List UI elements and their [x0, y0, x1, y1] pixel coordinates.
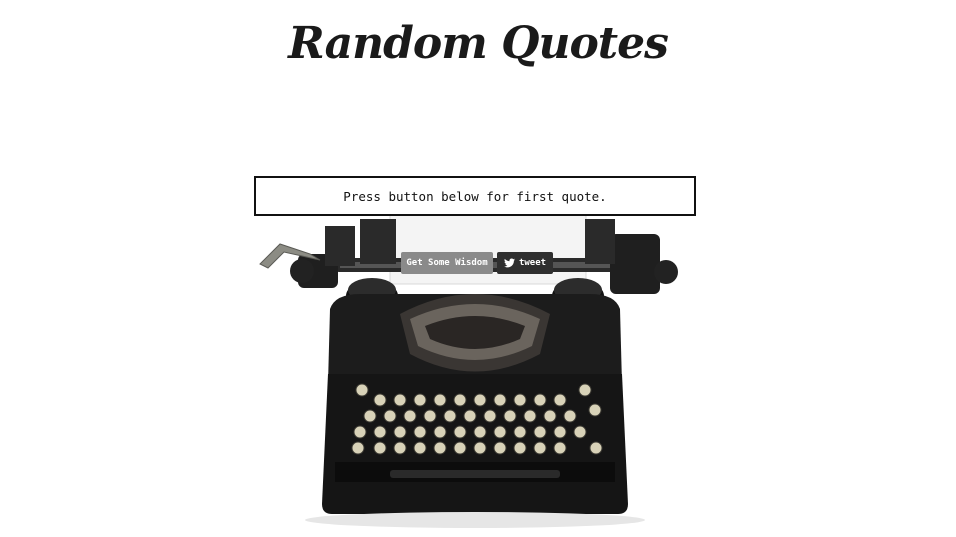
tweet-label: tweet [518, 258, 547, 268]
page-title: Random Quotes [288, 18, 669, 69]
quote-text: Press button below for first quote. [343, 188, 607, 204]
page: Random Quotes Press button below for fir… [0, 0, 956, 537]
tweet-button[interactable]: tweet [497, 252, 553, 274]
quote-box: Press button below for first quote. [254, 176, 696, 216]
get-wisdom-label: Get Some Wisdom [406, 258, 488, 268]
get-wisdom-button[interactable]: Get Some Wisdom [401, 252, 493, 274]
twitter-bird-icon [503, 258, 515, 268]
